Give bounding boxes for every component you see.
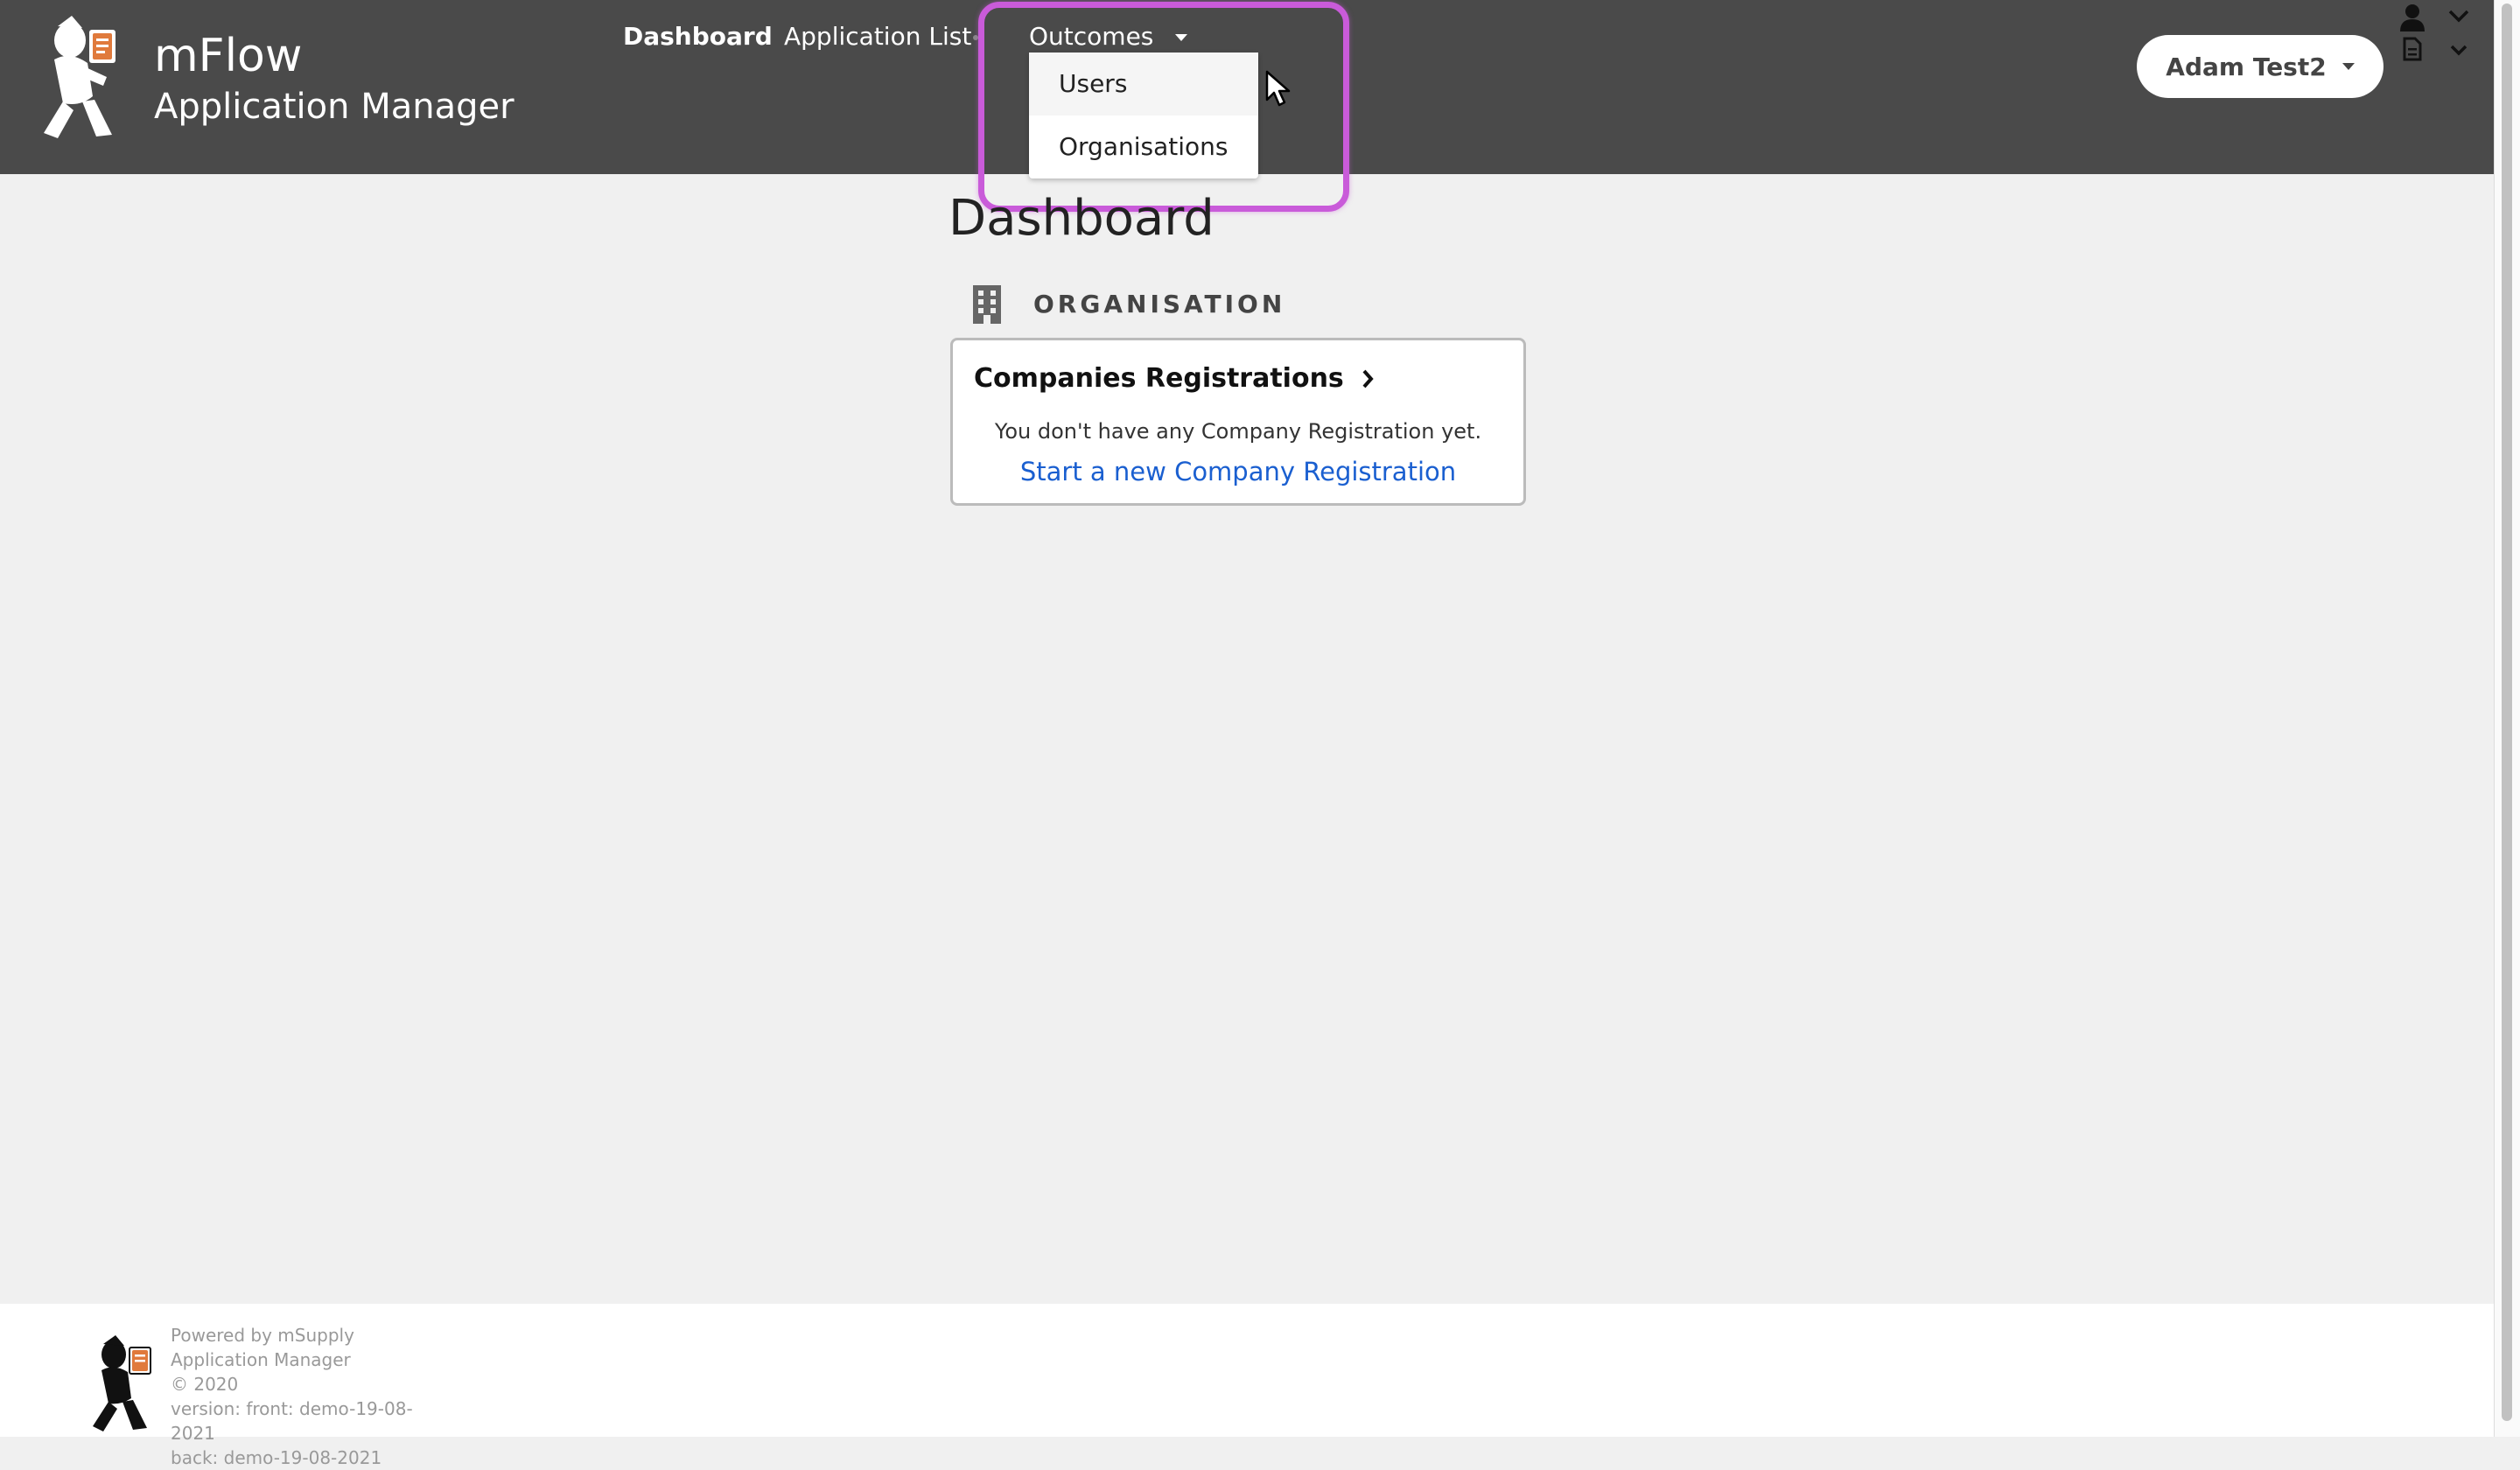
app-name: mFlow (154, 30, 303, 82)
chevron-down-icon[interactable] (2448, 9, 2469, 23)
start-new-registration-link[interactable]: Start a new Company Registration (953, 452, 1523, 491)
top-header: mFlow Application Manager Dashboard Appl… (0, 0, 2494, 178)
companies-registrations-card: Companies Registrations You don't have a… (950, 338, 1526, 506)
app-subtitle: Application Manager (154, 87, 514, 127)
chevron-right-icon (1362, 369, 1374, 388)
footer-info: Powered by mSupply Application Manager ©… (171, 1323, 451, 1470)
application-list-dropdown-indicator (973, 35, 978, 40)
nav-outcomes-label: Outcomes (1029, 22, 1154, 51)
nav-application-list-label: Application List (784, 22, 972, 51)
nav-dashboard[interactable]: Dashboard (623, 19, 773, 54)
outcomes-dropdown-menu: Users Organisations (1029, 52, 1258, 178)
nav-dashboard-label: Dashboard (623, 22, 773, 51)
person-icon[interactable] (2399, 4, 2426, 32)
chevron-down-icon (1175, 34, 1188, 41)
chevron-down-icon[interactable] (2450, 44, 2468, 56)
page-title: Dashboard (948, 190, 1214, 247)
footer-version-back: back: demo-19-08-2021 (171, 1447, 382, 1468)
page-footer: Powered by mSupply Application Manager ©… (0, 1304, 2494, 1468)
nav-outcomes[interactable]: Outcomes (1029, 19, 1188, 54)
menu-item-organisations[interactable]: Organisations (1029, 116, 1258, 178)
card-title-link[interactable]: Companies Registrations (974, 360, 1374, 398)
scrollbar-thumb[interactable] (2502, 4, 2512, 1421)
mflow-logo-icon (93, 1335, 151, 1432)
mflow-logo-icon[interactable] (32, 16, 122, 144)
chevron-down-icon (2342, 63, 2355, 70)
user-menu-button[interactable]: Adam Test2 (2137, 35, 2384, 98)
nav-application-list[interactable]: Application List (784, 19, 971, 54)
document-icon[interactable] (2403, 37, 2422, 61)
footer-version-front: version: front: demo-19-08-2021 (171, 1398, 413, 1444)
user-name: Adam Test2 (2166, 52, 2327, 81)
building-icon (973, 285, 1001, 324)
footer-copyright: © 2020 (171, 1374, 239, 1395)
card-title-text: Companies Registrations (974, 363, 1344, 394)
empty-state-text: You don't have any Company Registration … (994, 419, 1482, 444)
footer-powered-by: Powered by mSupply Application Manager (171, 1325, 354, 1370)
section-heading-organisation: ORGANISATION (1033, 290, 1286, 318)
menu-item-users[interactable]: Users (1029, 52, 1258, 116)
vertical-scrollbar[interactable] (2494, 0, 2520, 1437)
mouse-cursor-icon (1265, 70, 1291, 107)
